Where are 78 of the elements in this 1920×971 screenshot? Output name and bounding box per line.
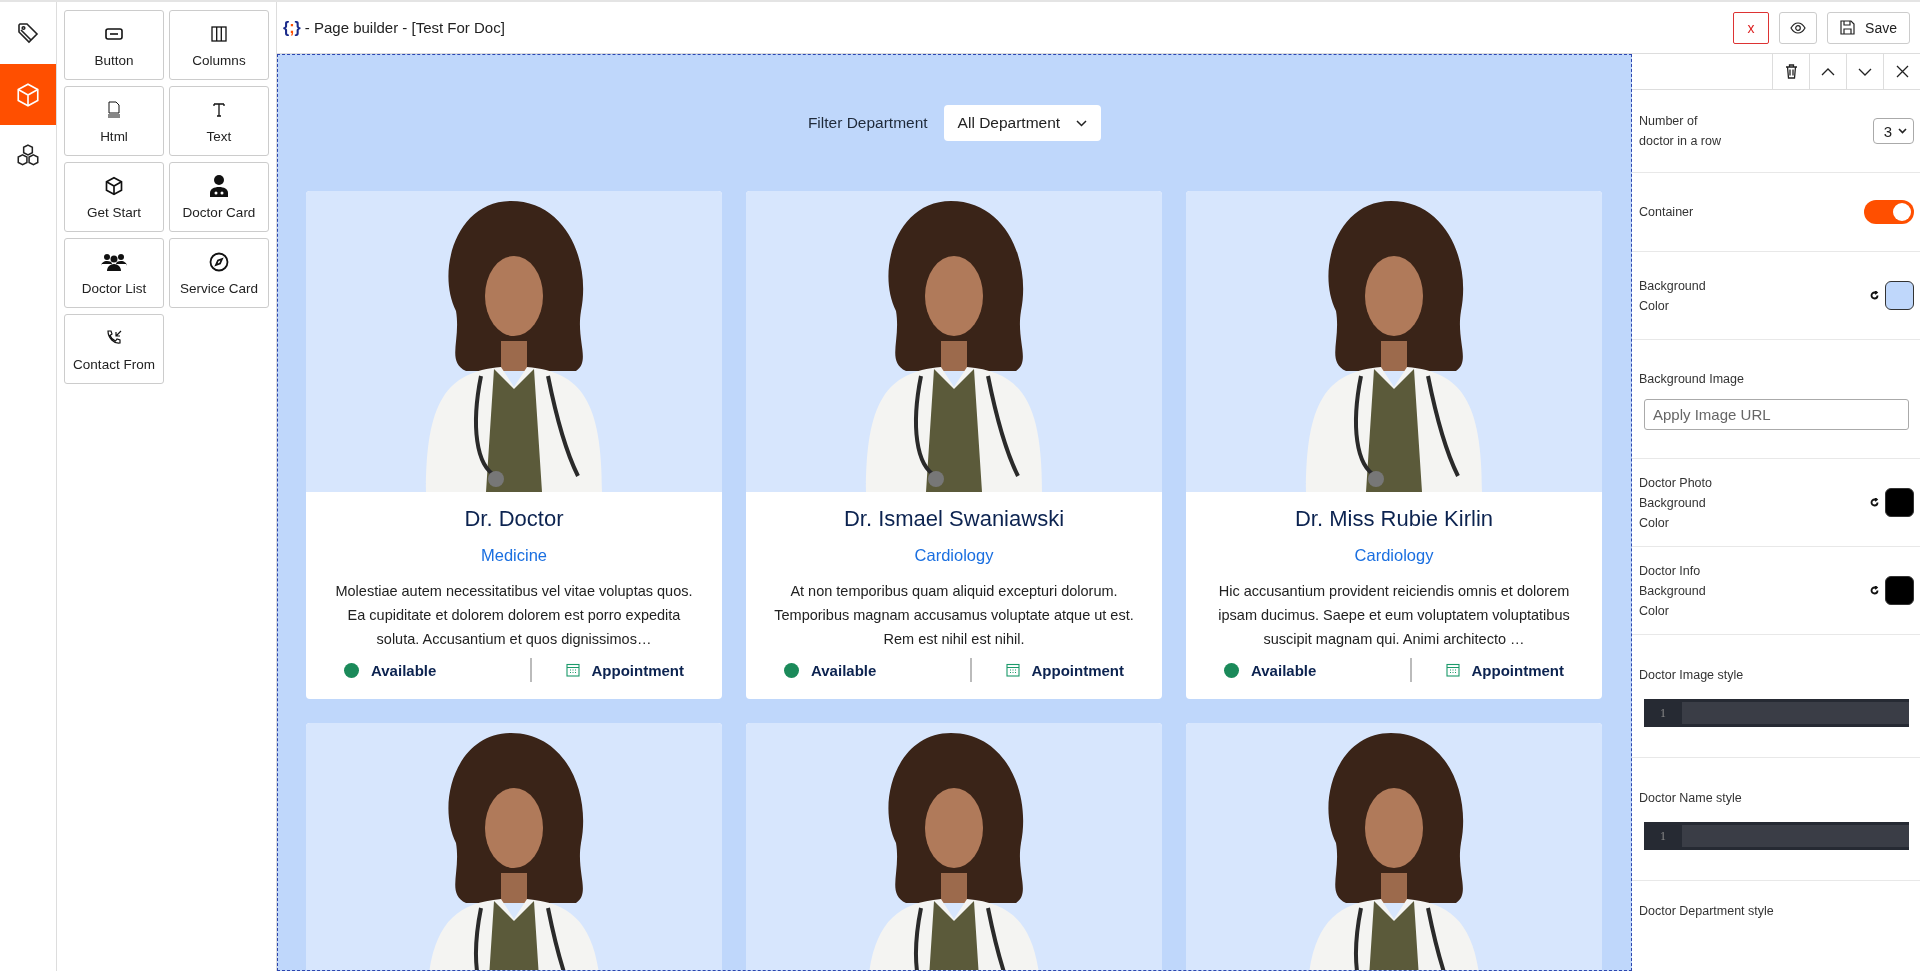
tag-icon <box>16 21 40 45</box>
component-tile[interactable]: Get Start <box>64 162 164 232</box>
setting-label: Background Image <box>1639 370 1745 388</box>
calendar-icon <box>1445 663 1460 677</box>
setting-label: Doctor Image style <box>1639 667 1745 684</box>
reset-icon <box>1870 586 1879 595</box>
appointment-link[interactable]: Appointment <box>565 661 684 679</box>
users-icon <box>101 252 127 271</box>
button-icon <box>105 27 123 40</box>
status-label: Available <box>1251 661 1317 679</box>
doctor-bio: Hic accusantium provident reiciendis omnis et dolorem ipsam ducimus. Saepe et eum voluptatem voluptatibus suscipit magnam qui. Animi architecto … <box>1217 582 1571 649</box>
columns-icon <box>211 25 227 42</box>
trash-icon <box>1784 64 1798 79</box>
doctor-name: Dr. Doctor <box>463 506 565 532</box>
status-label: Available <box>371 661 437 679</box>
setting-label: Number of doctor in a row <box>1639 113 1722 150</box>
department-label: Medicine <box>479 546 548 565</box>
line-number: 1 <box>1659 827 1667 845</box>
compass-icon <box>209 251 229 272</box>
setting-label: Container <box>1639 204 1694 221</box>
cube-icon <box>104 175 124 196</box>
code-editor[interactable]: 1 <box>1644 699 1909 727</box>
color-swatch[interactable] <box>1885 488 1914 517</box>
logo: {;} <box>283 18 301 37</box>
setting-label: Doctor Department style <box>1639 903 1775 920</box>
status-dot <box>1224 662 1239 678</box>
filter-label: Filter Department <box>807 114 928 132</box>
appointment-link[interactable]: Appointment <box>1445 661 1564 679</box>
eye-icon <box>1790 21 1807 34</box>
phone-icon <box>105 328 123 347</box>
setting-label: Doctor Name style <box>1639 790 1743 807</box>
close-icon <box>1895 65 1909 78</box>
doctor-name: Dr. Ismael Swaniawski <box>842 506 1066 532</box>
component-tile[interactable]: Columns <box>169 10 269 80</box>
component-tile[interactable]: Doctor List <box>64 238 164 308</box>
doctor-bio: Molestiae autem necessitatibus vel vitae voluptas quos. Ea cupiditate et dolorem dolorem est porro expedita soluta. Accusantium et quos dignissimos… <box>334 582 694 649</box>
component-tile[interactable]: Text <box>169 86 269 156</box>
reset-icon <box>1870 498 1879 507</box>
doctor-icon <box>209 174 229 197</box>
chevron-down-icon <box>1898 128 1907 134</box>
component-tile[interactable]: Contact From <box>64 314 164 384</box>
chevron-up-icon <box>1821 67 1835 76</box>
code-editor[interactable]: 1 <box>1644 822 1909 850</box>
chevron-down-icon <box>1076 119 1088 127</box>
component-tile[interactable]: Button <box>64 10 164 80</box>
doctor-name: Dr. Miss Rubie Kirlin <box>1293 506 1494 532</box>
save-button[interactable]: Save <box>1827 11 1910 44</box>
department-select[interactable]: All Department <box>943 105 1102 141</box>
page-title: - Page builder - [Test For Doc] <box>304 19 505 36</box>
status-dot <box>784 662 799 678</box>
appointment-link[interactable]: Appointment <box>1005 661 1124 679</box>
setting-label: Doctor Info Background Color <box>1639 562 1707 620</box>
status-label: Available <box>811 661 877 679</box>
doctor-bio: At non temporibus quam aliquid excepturi dolorum. Temporibus magnam accusamus voluptate atque ut est. Rem est nihil est nihil. <box>774 582 1134 649</box>
department-label: Cardiology <box>1353 546 1435 565</box>
line-number: 1 <box>1659 704 1667 722</box>
reset-icon <box>1870 291 1879 300</box>
component-tile[interactable]: Html <box>64 86 164 156</box>
preview-button[interactable] <box>1779 11 1818 44</box>
setting-label: Doctor Photo Background Color <box>1639 474 1713 532</box>
image-url-field[interactable]: Apply Image URL <box>1644 398 1909 430</box>
text-icon <box>212 101 226 118</box>
count-select[interactable]: 3 <box>1872 118 1914 144</box>
component-tile[interactable]: Doctor Card <box>169 162 269 232</box>
toggle-switch[interactable] <box>1864 200 1914 224</box>
close-button[interactable]: x <box>1733 11 1770 44</box>
calendar-icon <box>1005 663 1020 677</box>
setting-label: Background Color <box>1639 277 1707 315</box>
chevron-down-icon <box>1858 67 1872 76</box>
cube-icon <box>15 81 41 108</box>
color-swatch[interactable] <box>1885 281 1914 310</box>
file-icon <box>107 101 121 118</box>
color-swatch[interactable] <box>1885 576 1914 605</box>
floppy-icon <box>1840 20 1856 35</box>
calendar-icon <box>565 663 580 677</box>
component-tile[interactable]: Service Card <box>169 238 269 308</box>
status-dot <box>344 662 359 678</box>
department-label: Cardiology <box>913 546 995 565</box>
